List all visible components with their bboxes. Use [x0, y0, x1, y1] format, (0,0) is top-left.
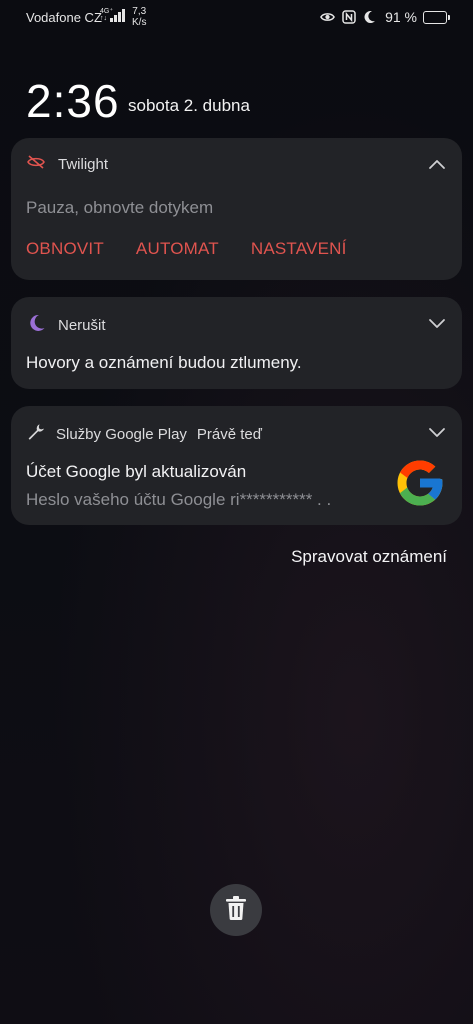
trash-icon: [224, 895, 248, 926]
notification-text: Heslo vašeho účtu Google ri*********** .…: [26, 490, 332, 509]
notification-body: Pauza, obnovte dotykem: [26, 198, 214, 217]
wrench-icon: [26, 422, 46, 447]
google-logo-icon: [393, 456, 447, 510]
eye-off-icon: [26, 154, 46, 175]
carrier-name: Vodafone CZ: [26, 10, 102, 25]
notification-do-not-disturb[interactable]: Nerušit Hovory a oznámení budou ztlumeny…: [11, 297, 462, 389]
clear-all-button[interactable]: [210, 884, 262, 936]
lockscreen-time: 2:36: [26, 75, 120, 127]
notification-title: Účet Google byl aktualizován: [26, 462, 247, 481]
manage-notifications-link[interactable]: Spravovat oznámení: [291, 547, 447, 567]
moon-icon: [362, 10, 377, 25]
signal-strength-icon: [110, 9, 126, 22]
resume-button[interactable]: OBNOVIT: [26, 239, 104, 259]
status-bar: Vodafone CZ 4G⁺ ↑↓ 7,3 K/s 91 %: [0, 0, 473, 34]
auto-button[interactable]: AUTOMAT: [136, 239, 219, 259]
nfc-icon: [341, 10, 356, 25]
notification-body: Hovory a oznámení budou ztlumeny.: [26, 353, 302, 372]
notification-app-name: Nerušit: [58, 317, 106, 334]
lockscreen-date: sobota 2. dubna: [128, 96, 250, 115]
settings-button[interactable]: NASTAVENÍ: [251, 239, 347, 259]
network-speed: 7,3 K/s: [132, 6, 147, 28]
chevron-down-icon[interactable]: [428, 423, 446, 441]
chevron-down-icon[interactable]: [428, 314, 446, 332]
notification-google-play[interactable]: Služby Google Play Právě teď Účet Google…: [11, 406, 462, 525]
notification-app-name: Služby Google Play: [56, 426, 187, 443]
moon-icon: [26, 313, 46, 338]
eye-icon: [320, 10, 335, 25]
battery-icon: [423, 10, 450, 24]
notification-twilight[interactable]: Twilight Pauza, obnovte dotykem OBNOVIT …: [11, 138, 462, 280]
chevron-up-icon[interactable]: [428, 156, 446, 174]
notification-app-name: Twilight: [58, 156, 109, 173]
notification-time: Právě teď: [196, 426, 262, 443]
battery-percent: 91 %: [385, 9, 417, 25]
